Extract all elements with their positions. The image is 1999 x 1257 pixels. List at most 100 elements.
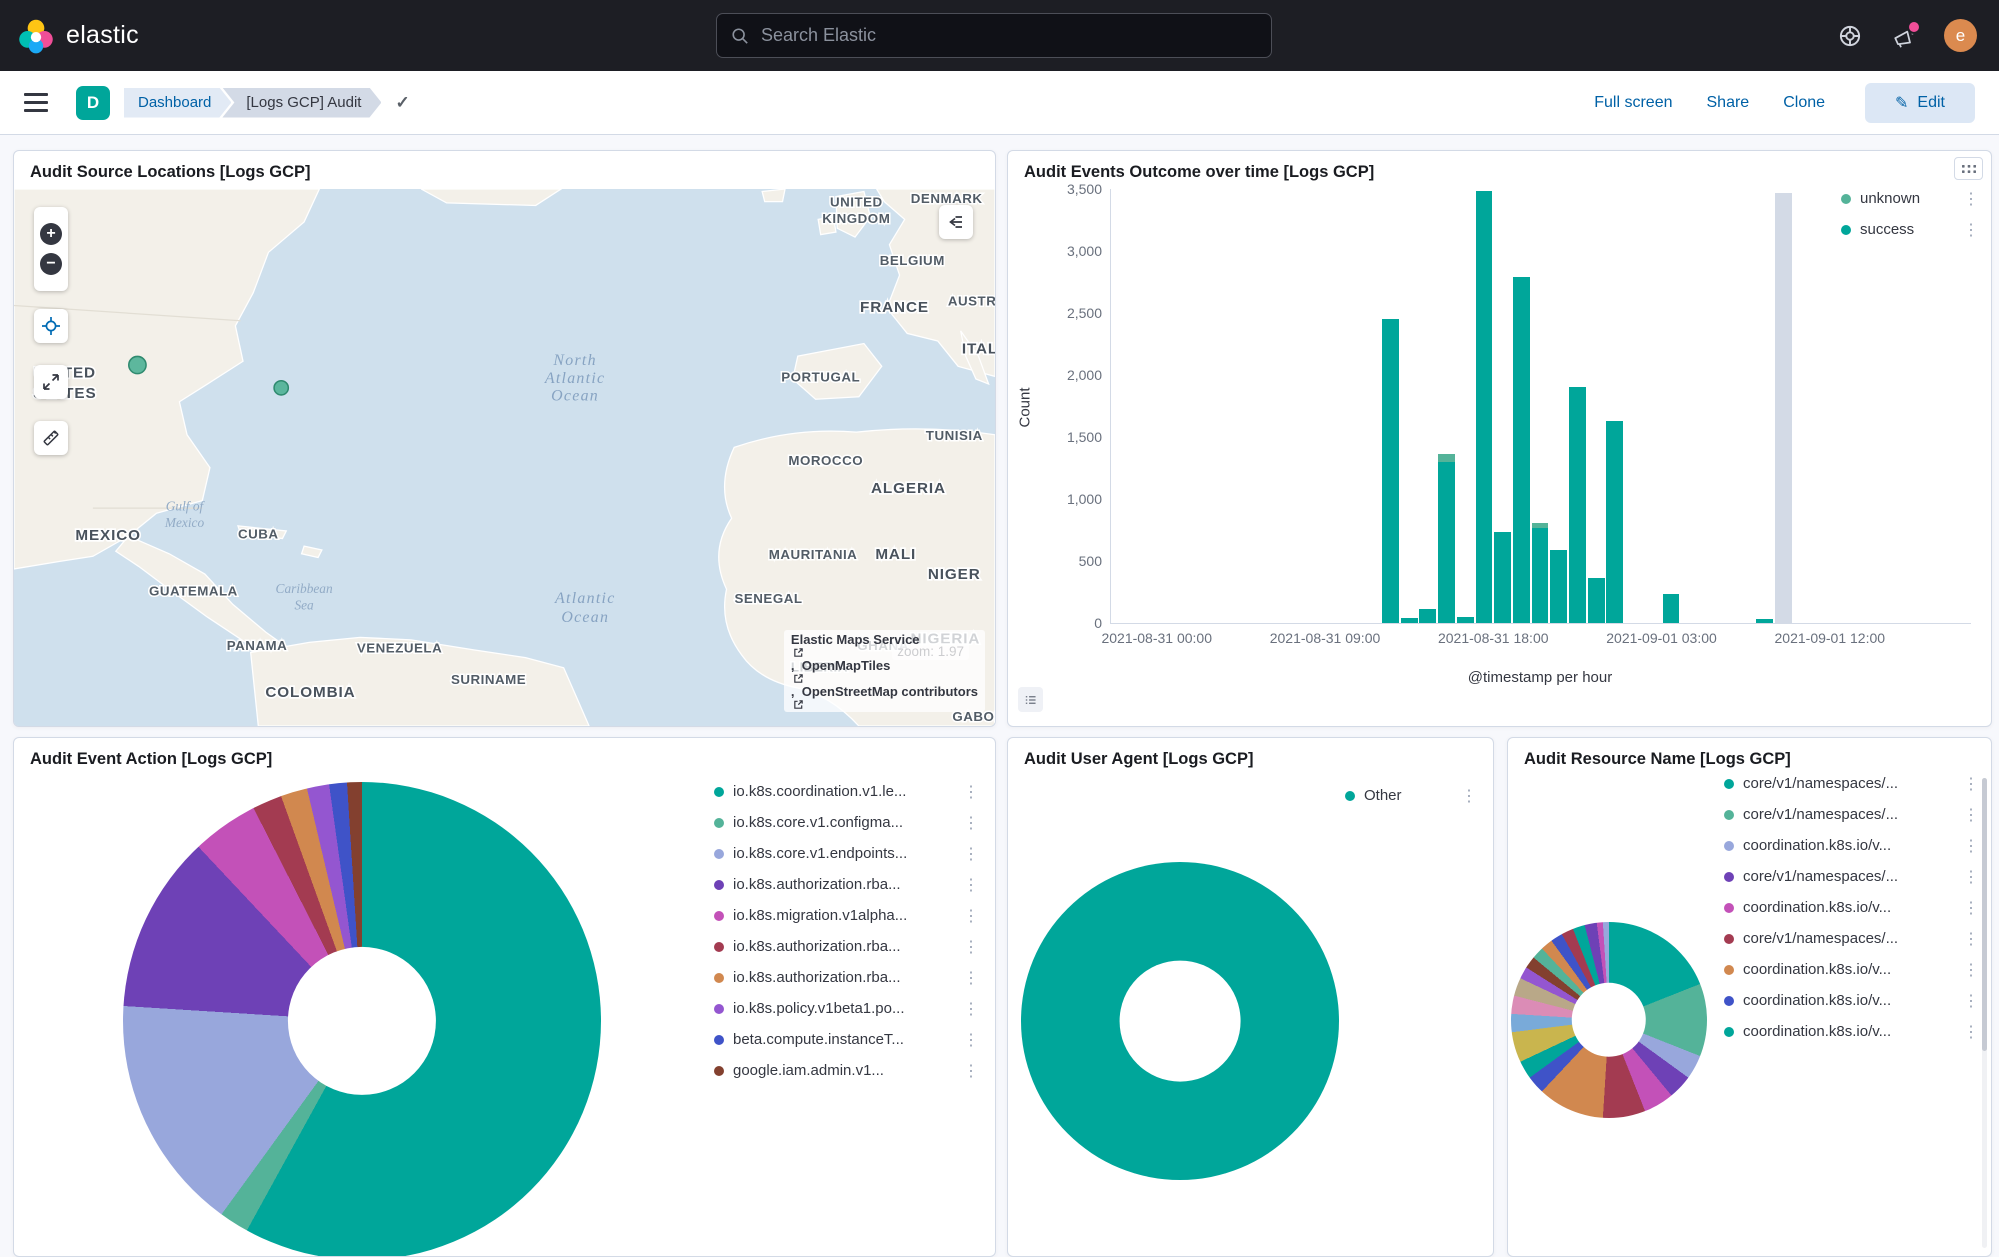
legend-item[interactable]: io.k8s.core.v1.configma... ⋮ <box>714 807 979 838</box>
full-screen-link[interactable]: Full screen <box>1594 94 1672 112</box>
legend-actions-icon[interactable]: ⋮ <box>1451 786 1477 806</box>
legend-item[interactable]: Other⋮ <box>1345 780 1477 811</box>
bar-segment-success <box>1476 191 1493 623</box>
legend-actions-icon[interactable]: ⋮ <box>1953 898 1979 918</box>
search-input[interactable] <box>759 24 1257 47</box>
legend-item[interactable]: io.k8s.authorization.rba...⋮ <box>714 931 979 962</box>
legend-item[interactable]: coordination.k8s.io/v...⋮ <box>1724 1016 1979 1047</box>
legend-item[interactable]: core/v1/namespaces/...⋮ <box>1724 768 1979 799</box>
histogram-bar[interactable] <box>1775 189 1792 623</box>
legend-actions-icon[interactable]: ⋮ <box>1953 774 1979 794</box>
legend-item[interactable]: core/v1/namespaces/... ⋮ <box>1724 799 1979 830</box>
legend-actions-icon[interactable]: ⋮ <box>1953 1022 1979 1042</box>
legend-item[interactable]: io.k8s.policy.v1beta1.po...⋮ <box>714 993 979 1024</box>
y-axis-tick-label: 2,000 <box>1067 367 1102 383</box>
legend-actions-icon[interactable]: ⋮ <box>953 844 979 864</box>
legend-actions-icon[interactable]: ⋮ <box>1953 929 1979 949</box>
legend-label: core/v1/namespaces/... <box>1743 868 1898 885</box>
histogram-bar[interactable] <box>1513 189 1530 623</box>
global-search[interactable] <box>716 13 1272 58</box>
histogram-bar[interactable] <box>1550 189 1567 623</box>
legend-actions-icon[interactable]: ⋮ <box>1953 189 1979 209</box>
zoom-out-button[interactable]: − <box>40 253 62 275</box>
world-map[interactable]: UNITEDKINGDOMDENMARKBELGIUMFRANCEAUSTRIT… <box>14 189 995 726</box>
legend-actions-icon[interactable]: ⋮ <box>1953 867 1979 887</box>
map-draw-tools-button[interactable] <box>34 421 68 455</box>
legend-item[interactable]: io.k8s.authorization.rba...⋮ <box>714 869 979 900</box>
legend-item[interactable]: io.k8s.authorization.rba...⋮ <box>714 962 979 993</box>
legend-item[interactable]: coordination.k8s.io/v...⋮ <box>1724 830 1979 861</box>
clone-link[interactable]: Clone <box>1783 94 1825 112</box>
legend-label: coordination.k8s.io/v... <box>1743 899 1891 916</box>
histogram-bar[interactable] <box>1569 189 1586 623</box>
legend-item[interactable]: success⋮ <box>1841 214 1979 245</box>
map-attribution-link[interactable]: OpenStreetMap contributors <box>791 684 978 710</box>
legend-item[interactable]: coordination.k8s.io/v... ⋮ <box>1724 892 1979 923</box>
histogram-bar[interactable] <box>1419 189 1436 623</box>
legend-actions-icon[interactable]: ⋮ <box>953 906 979 926</box>
legend-actions-icon[interactable]: ⋮ <box>953 1061 979 1081</box>
expand-map-button[interactable] <box>34 365 68 399</box>
zoom-in-button[interactable]: + <box>40 223 62 245</box>
legend-label: io.k8s.migration.v1alpha... <box>733 907 907 924</box>
legend-actions-icon[interactable]: ⋮ <box>953 999 979 1019</box>
map-label: ITALY <box>962 341 995 358</box>
legend-actions-icon[interactable]: ⋮ <box>1953 805 1979 825</box>
map-label: PORTUGAL <box>781 370 860 385</box>
histogram-bar[interactable] <box>1494 189 1511 623</box>
legend-actions-icon[interactable]: ⋮ <box>1953 836 1979 856</box>
legend-actions-icon[interactable]: ⋮ <box>953 782 979 802</box>
map-data-marker[interactable] <box>274 381 288 395</box>
histogram-bar[interactable] <box>1588 189 1605 623</box>
edit-button[interactable]: ✎ Edit <box>1865 83 1975 123</box>
legend-item[interactable]: core/v1/namespaces/... ⋮ <box>1724 861 1979 892</box>
legend-item[interactable]: io.k8s.core.v1.endpoints...⋮ <box>714 838 979 869</box>
map-data-marker[interactable] <box>129 356 146 373</box>
histogram-bar[interactable] <box>1401 189 1418 623</box>
newsfeed-icon[interactable] <box>1890 22 1918 50</box>
bar-segment-success <box>1513 277 1530 623</box>
legend-label: io.k8s.core.v1.configma... <box>733 814 903 831</box>
legend-item[interactable]: coordination.k8s.io/v...⋮ <box>1724 954 1979 985</box>
breadcrumb-dashboard[interactable]: Dashboard <box>124 88 231 118</box>
legend-item[interactable]: coordination.k8s.io/v...⋮ <box>1724 985 1979 1016</box>
legend-item[interactable]: core/v1/namespaces/...⋮ <box>1724 923 1979 954</box>
user-avatar[interactable]: e <box>1944 19 1977 52</box>
histogram-bar[interactable] <box>1606 189 1623 623</box>
legend-scrollbar[interactable] <box>1982 778 1987 1248</box>
legend-actions-icon[interactable]: ⋮ <box>953 813 979 833</box>
legend-item[interactable]: unknown⋮ <box>1841 183 1979 214</box>
user-agent-donut-chart[interactable] <box>1021 862 1339 1180</box>
legend-toggle-icon[interactable] <box>1018 687 1043 712</box>
fit-to-data-button[interactable] <box>34 309 68 343</box>
histogram-plot-area[interactable] <box>1110 189 1971 624</box>
resource-name-donut-chart[interactable] <box>1511 922 1707 1118</box>
legend-actions-icon[interactable]: ⋮ <box>953 1030 979 1050</box>
legend-actions-icon[interactable]: ⋮ <box>953 968 979 988</box>
legend-actions-icon[interactable]: ⋮ <box>1953 220 1979 240</box>
histogram-bar[interactable] <box>1438 189 1455 623</box>
map-label: MEXICO <box>75 527 141 544</box>
histogram-bar[interactable] <box>1532 189 1549 623</box>
histogram-bar[interactable] <box>1457 189 1474 623</box>
legend-color-dot <box>714 1066 724 1076</box>
event-action-donut-chart[interactable] <box>123 782 601 1257</box>
panel-options-icon[interactable] <box>1954 157 1983 180</box>
collapse-layers-icon[interactable] <box>939 205 973 239</box>
histogram-bar[interactable] <box>1476 189 1493 623</box>
menu-icon[interactable] <box>24 93 48 112</box>
histogram-bar[interactable] <box>1382 189 1399 623</box>
legend-actions-icon[interactable]: ⋮ <box>953 937 979 957</box>
legend-item[interactable]: io.k8s.coordination.v1.le...⋮ <box>714 776 979 807</box>
legend-actions-icon[interactable]: ⋮ <box>1953 960 1979 980</box>
legend-actions-icon[interactable]: ⋮ <box>953 875 979 895</box>
histogram-bar[interactable] <box>1663 189 1680 623</box>
legend-item[interactable]: google.iam.admin.v1...⋮ <box>714 1055 979 1086</box>
legend-item[interactable]: io.k8s.migration.v1alpha... ⋮ <box>714 900 979 931</box>
legend-item[interactable]: beta.compute.instanceT...⋮ <box>714 1024 979 1055</box>
histogram-bar[interactable] <box>1756 189 1773 623</box>
legend-actions-icon[interactable]: ⋮ <box>1953 991 1979 1011</box>
legend-label: core/v1/namespaces/... <box>1743 806 1898 823</box>
share-link[interactable]: Share <box>1707 94 1750 112</box>
help-icon[interactable] <box>1836 22 1864 50</box>
